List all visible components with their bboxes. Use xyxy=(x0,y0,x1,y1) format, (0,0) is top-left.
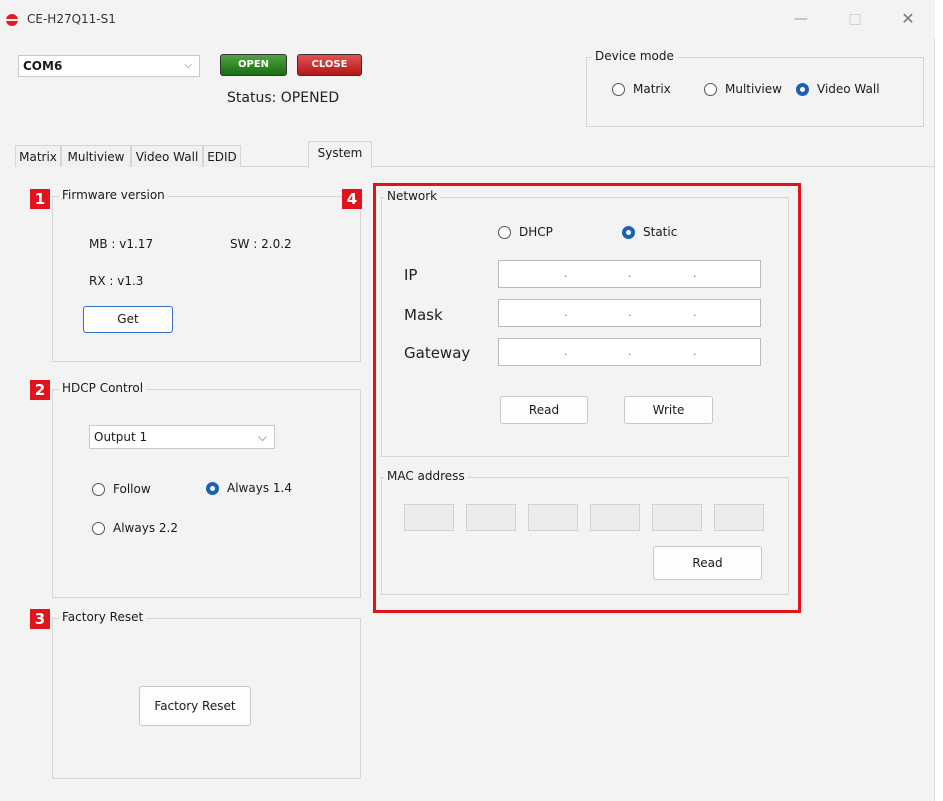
radio-matrix-label: Matrix xyxy=(633,82,671,96)
window-title: CE-H27Q11-S1 xyxy=(27,12,116,26)
radio-unchecked-icon xyxy=(704,82,717,96)
device-mode-group: Device mode Matrix Multiview Video Wall xyxy=(586,49,924,127)
radio-matrix[interactable]: Matrix xyxy=(612,82,671,96)
mb-version: MB : v1.17 xyxy=(89,237,154,251)
open-button[interactable]: OPEN xyxy=(220,54,287,76)
factory-reset-group: Factory Reset Factory Reset xyxy=(52,610,361,779)
radio-follow[interactable]: Follow xyxy=(92,482,151,496)
app-logo-icon xyxy=(5,14,19,26)
app-window: CE-H27Q11-S1 — □ ✕ COM6 ⌵ OPEN CLOSE Sta… xyxy=(0,0,935,801)
radio-multiview-label: Multiview xyxy=(725,82,782,96)
get-firmware-button[interactable]: Get xyxy=(83,306,173,333)
radio-follow-label: Follow xyxy=(113,482,151,496)
com-port-value: COM6 xyxy=(23,59,63,73)
rx-version: RX : v1.3 xyxy=(89,274,144,288)
chevron-down-icon: ⌵ xyxy=(184,60,192,71)
tab-video-wall[interactable]: Video Wall xyxy=(131,145,203,167)
marker-2: 2 xyxy=(30,380,50,400)
firmware-group: Firmware version MB : v1.17 SW : 2.0.2 R… xyxy=(52,188,361,362)
tab-matrix[interactable]: Matrix xyxy=(15,145,61,167)
marker-3: 3 xyxy=(30,609,50,629)
hdcp-group: HDCP Control Output 1 ⌵ Follow Always 1.… xyxy=(52,381,361,598)
radio-always-22-label: Always 2.2 xyxy=(113,521,178,535)
radio-unchecked-icon xyxy=(92,482,105,496)
firmware-title: Firmware version xyxy=(59,188,168,202)
hdcp-output-select[interactable]: Output 1 ⌵ xyxy=(89,425,275,449)
com-port-select[interactable]: COM6 ⌵ xyxy=(18,55,200,77)
marker-4: 4 xyxy=(342,189,362,209)
hdcp-output-value: Output 1 xyxy=(94,430,148,444)
radio-checked-icon xyxy=(206,481,219,495)
radio-video-wall[interactable]: Video Wall xyxy=(796,82,880,96)
radio-always-14-label: Always 1.4 xyxy=(227,481,292,495)
radio-unchecked-icon xyxy=(92,521,105,535)
close-button[interactable]: CLOSE xyxy=(297,54,362,76)
close-window-button[interactable]: ✕ xyxy=(893,8,923,30)
tab-system[interactable]: System xyxy=(308,141,372,168)
radio-always-22[interactable]: Always 2.2 xyxy=(92,521,178,535)
radio-multiview[interactable]: Multiview xyxy=(704,82,782,96)
network-highlight-box xyxy=(373,183,801,613)
connection-status: Status: OPENED xyxy=(227,90,340,106)
chevron-down-icon: ⌵ xyxy=(257,430,267,444)
maximize-button[interactable]: □ xyxy=(840,8,870,30)
sw-version: SW : 2.0.2 xyxy=(230,237,292,251)
minimize-button[interactable]: — xyxy=(786,8,816,30)
device-mode-title: Device mode xyxy=(592,49,677,63)
title-bar: CE-H27Q11-S1 — □ ✕ xyxy=(0,0,935,38)
factory-reset-title: Factory Reset xyxy=(59,610,147,624)
radio-unchecked-icon xyxy=(612,82,625,96)
tab-edid[interactable]: EDID xyxy=(203,145,241,167)
radio-always-14[interactable]: Always 1.4 xyxy=(206,481,292,495)
hdcp-title: HDCP Control xyxy=(59,381,147,395)
radio-video-wall-label: Video Wall xyxy=(817,82,880,96)
factory-reset-button[interactable]: Factory Reset xyxy=(139,686,251,726)
radio-checked-icon xyxy=(796,82,809,96)
tab-multiview[interactable]: Multiview xyxy=(61,145,131,167)
marker-1: 1 xyxy=(30,189,50,209)
